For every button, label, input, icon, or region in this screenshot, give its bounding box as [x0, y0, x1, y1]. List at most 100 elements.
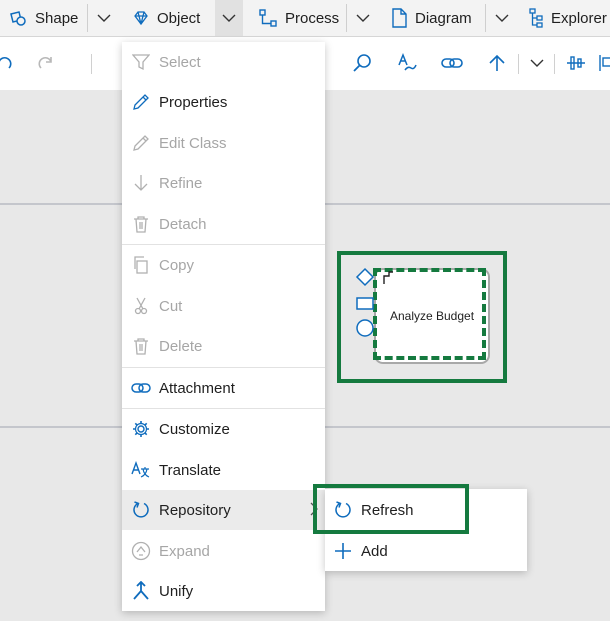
chevron-down-icon: [495, 14, 509, 22]
menu-item-label: Detach: [159, 215, 207, 233]
diagram-menu[interactable]: Diagram: [390, 0, 472, 36]
menu-item-unify[interactable]: Unify: [122, 571, 325, 611]
undo-button[interactable]: [0, 51, 16, 75]
menu-item-attachment[interactable]: Attachment: [122, 368, 325, 408]
menu-bar: Shape Object Process Diagram Explorer: [0, 0, 610, 37]
context-menu: Select Properties Edit Class Refine Deta…: [122, 42, 325, 611]
diagram-menu-label: Diagram: [415, 9, 472, 27]
diagram-dropdown-button[interactable]: [488, 0, 516, 36]
move-up-button[interactable]: [485, 51, 509, 75]
shape-menu-label: Shape: [35, 9, 79, 27]
menu-item-label: Repository: [159, 501, 231, 519]
menu-divider: [485, 4, 486, 32]
menu-item-translate[interactable]: Translate: [122, 450, 325, 490]
menu-item-label: Unify: [159, 582, 194, 600]
connector-handle-icon[interactable]: [383, 271, 393, 284]
explorer-menu[interactable]: Explorer: [528, 0, 607, 36]
align-icon: [567, 56, 585, 70]
menu-item-label: Attachment: [159, 379, 235, 397]
refresh-highlight: [313, 484, 469, 534]
process-dropdown-button[interactable]: [349, 0, 377, 36]
distribute-button[interactable]: [596, 51, 610, 75]
connector-handles: [355, 267, 393, 337]
align-button[interactable]: [564, 51, 588, 75]
menu-item-label: Edit Class: [159, 134, 227, 152]
toolbar-divider: [91, 54, 92, 74]
menu-item-label: Properties: [159, 93, 228, 111]
menu-item-refine[interactable]: Refine: [122, 163, 325, 203]
search-button[interactable]: [350, 51, 374, 75]
menu-item-copy[interactable]: Copy: [122, 245, 325, 285]
chevron-down-icon: [97, 14, 111, 22]
menu-item-repository[interactable]: Repository: [122, 490, 325, 530]
menu-divider: [87, 4, 88, 32]
menu-item-label: Copy: [159, 256, 195, 274]
redo-button[interactable]: [34, 51, 58, 75]
object-menu-label: Object: [157, 9, 201, 27]
circle-handle-icon[interactable]: [356, 319, 374, 337]
menu-item-edit-class[interactable]: Edit Class: [122, 123, 325, 163]
document-icon: [392, 8, 407, 28]
object-menu[interactable]: Object: [132, 0, 200, 36]
pencil-icon: [131, 133, 151, 153]
trash-icon: [131, 336, 151, 356]
search-icon: [353, 54, 371, 72]
gear-icon: [131, 419, 151, 439]
shape-dropdown-button[interactable]: [90, 0, 118, 36]
menu-item-label: Delete: [159, 337, 203, 355]
menu-item-label: Translate: [159, 461, 221, 479]
toolbar-divider: [518, 54, 519, 74]
explorer-menu-label: Explorer: [551, 9, 607, 27]
refresh-icon: [131, 500, 151, 520]
menu-item-cut[interactable]: Cut: [122, 286, 325, 326]
submenu-item-label: Add: [361, 542, 388, 560]
expand-icon: [131, 541, 151, 561]
distribute-icon: [599, 55, 610, 71]
arrow-down-icon: [131, 173, 151, 193]
menu-item-label: Cut: [159, 297, 183, 315]
funnel-icon: [131, 52, 151, 72]
toolbar-dropdown-button[interactable]: [525, 51, 549, 75]
plus-icon: [333, 541, 353, 561]
spell-check-button[interactable]: [395, 51, 419, 75]
shape-menu[interactable]: Shape: [8, 0, 78, 36]
chevron-down-icon: [222, 14, 236, 22]
link-button[interactable]: [440, 51, 464, 75]
menu-item-expand[interactable]: Expand: [122, 531, 325, 571]
chevron-down-icon: [530, 59, 544, 67]
menu-item-properties[interactable]: Properties: [122, 82, 325, 122]
process-menu-label: Process: [285, 9, 340, 27]
pencil-icon: [131, 92, 151, 112]
menu-item-label: Customize: [159, 420, 230, 438]
merge-icon: [131, 581, 151, 601]
rectangle-handle-icon[interactable]: [356, 297, 374, 310]
copy-icon: [131, 255, 151, 275]
menu-item-label: Refine: [159, 174, 203, 192]
diamond-icon: [134, 11, 148, 26]
process-icon: [259, 9, 277, 27]
menu-item-customize[interactable]: Customize: [122, 409, 325, 449]
translate-icon: [131, 460, 151, 480]
menu-item-delete[interactable]: Delete: [122, 326, 325, 366]
diamond-handle-icon[interactable]: [355, 267, 375, 287]
menu-item-label: Expand: [159, 542, 210, 560]
chevron-down-icon: [356, 14, 370, 22]
submenu-item-add[interactable]: Add: [325, 531, 527, 571]
redo-icon: [38, 56, 52, 69]
menu-item-detach[interactable]: Detach: [122, 204, 325, 244]
toolbar-divider: [554, 54, 555, 74]
process-menu[interactable]: Process: [258, 0, 339, 36]
menu-divider: [346, 4, 347, 32]
spell-check-icon: [398, 53, 417, 71]
link-icon: [441, 58, 463, 68]
menu-item-label: Select: [159, 53, 201, 71]
shape-icon: [10, 11, 26, 26]
scissors-icon: [131, 296, 151, 316]
object-dropdown-button[interactable]: [215, 0, 243, 36]
undo-icon: [0, 56, 12, 69]
link-icon: [131, 378, 151, 398]
tree-icon: [529, 8, 543, 28]
arrow-up-icon: [489, 54, 505, 71]
trash-icon: [131, 214, 151, 234]
menu-item-select[interactable]: Select: [122, 42, 325, 82]
